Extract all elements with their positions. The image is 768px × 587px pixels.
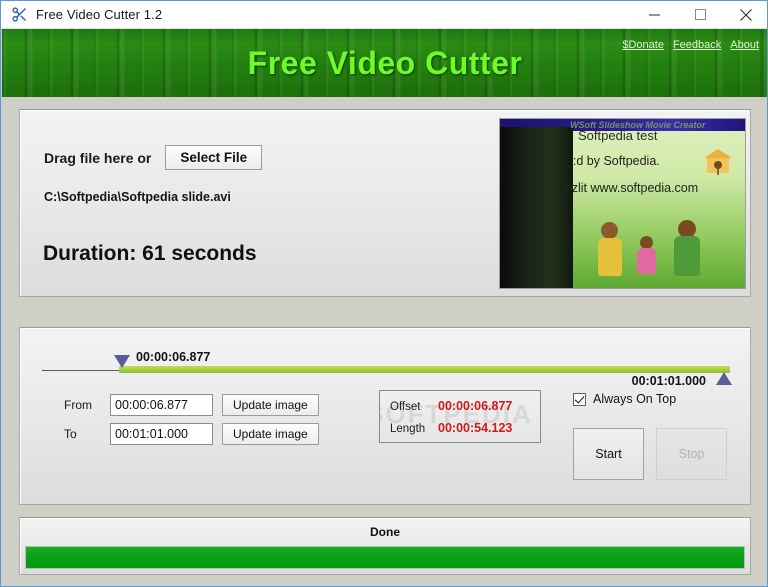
minimize-button[interactable] xyxy=(631,1,677,29)
always-on-top-label: Always On Top xyxy=(593,392,677,406)
banner-links: $Donate Feedback About xyxy=(622,39,759,51)
to-time-input[interactable] xyxy=(110,423,213,445)
offset-label: Offset xyxy=(390,401,421,413)
offset-row: Offset 00:00:06.877 xyxy=(390,399,512,413)
window-controls xyxy=(631,1,767,29)
timeline-start-handle[interactable] xyxy=(114,355,130,368)
length-label: Length xyxy=(390,423,426,435)
duration-text: Duration: 61 seconds xyxy=(43,242,257,265)
timeline-selected-range[interactable] xyxy=(119,366,730,373)
start-button[interactable]: Start xyxy=(573,428,644,480)
from-update-image-button[interactable]: Update image xyxy=(222,394,319,416)
thumbnail-line2: T :d by Softpedia. xyxy=(562,154,660,168)
length-row: Length 00:00:54.123 xyxy=(390,421,512,435)
selected-file-path: C:\Softpedia\Softpedia slide.avi xyxy=(44,190,231,204)
timeline-end-label: 00:01:01.000 xyxy=(631,374,706,388)
progress-status-text: Done xyxy=(370,525,400,539)
stop-button: Stop xyxy=(656,428,727,480)
to-row: To Update image xyxy=(64,423,319,445)
offset-value: 00:00:06.877 xyxy=(438,399,513,413)
from-row: From Update image xyxy=(64,394,319,416)
app-window: Free Video Cutter 1.2 Free Video Cutter … xyxy=(0,0,768,587)
select-file-button[interactable]: Select File xyxy=(165,145,263,170)
about-link[interactable]: About xyxy=(730,39,759,51)
drag-file-row: Drag file here or Select File xyxy=(44,145,263,170)
window-title: Free Video Cutter 1.2 xyxy=(36,7,163,22)
always-on-top-row[interactable]: Always On Top xyxy=(573,392,676,406)
timeline-end-handle[interactable] xyxy=(716,372,732,385)
scissors-icon xyxy=(9,5,29,25)
video-preview-thumbnail[interactable]: WSoft Slideshow Movie Creator Softpedia … xyxy=(499,118,746,289)
thumbnail-line3: dizlit www.softpedia.com xyxy=(562,181,699,195)
progress-bar-fill xyxy=(26,547,744,568)
length-value: 00:00:54.123 xyxy=(438,421,513,435)
title-bar: Free Video Cutter 1.2 xyxy=(1,1,767,29)
progress-panel: Done xyxy=(19,517,751,575)
feedback-link[interactable]: Feedback xyxy=(673,39,721,51)
app-banner: Free Video Cutter $Donate Feedback About xyxy=(2,29,767,97)
drag-file-label: Drag file here or xyxy=(44,149,152,166)
from-time-input[interactable] xyxy=(110,394,213,416)
close-button[interactable] xyxy=(723,1,767,29)
donate-link[interactable]: $Donate xyxy=(622,39,664,51)
from-label: From xyxy=(64,398,92,412)
to-label: To xyxy=(64,427,77,441)
thumbnail-dark-region xyxy=(500,127,573,288)
thumbnail-line1: Softpedia test xyxy=(578,128,658,143)
timeline-slider[interactable]: 00:00:06.877 00:01:01.000 xyxy=(42,342,732,392)
offset-length-box: SOFTPEDIA Offset 00:00:06.877 Length 00:… xyxy=(379,390,541,443)
timeline-pretrack xyxy=(42,370,119,371)
progress-bar-track xyxy=(25,546,745,569)
timeline-start-label: 00:00:06.877 xyxy=(136,350,211,364)
always-on-top-checkbox[interactable] xyxy=(573,392,586,406)
maximize-button[interactable] xyxy=(677,1,723,29)
to-update-image-button[interactable]: Update image xyxy=(222,423,319,445)
birdhouse-icon xyxy=(704,149,732,175)
